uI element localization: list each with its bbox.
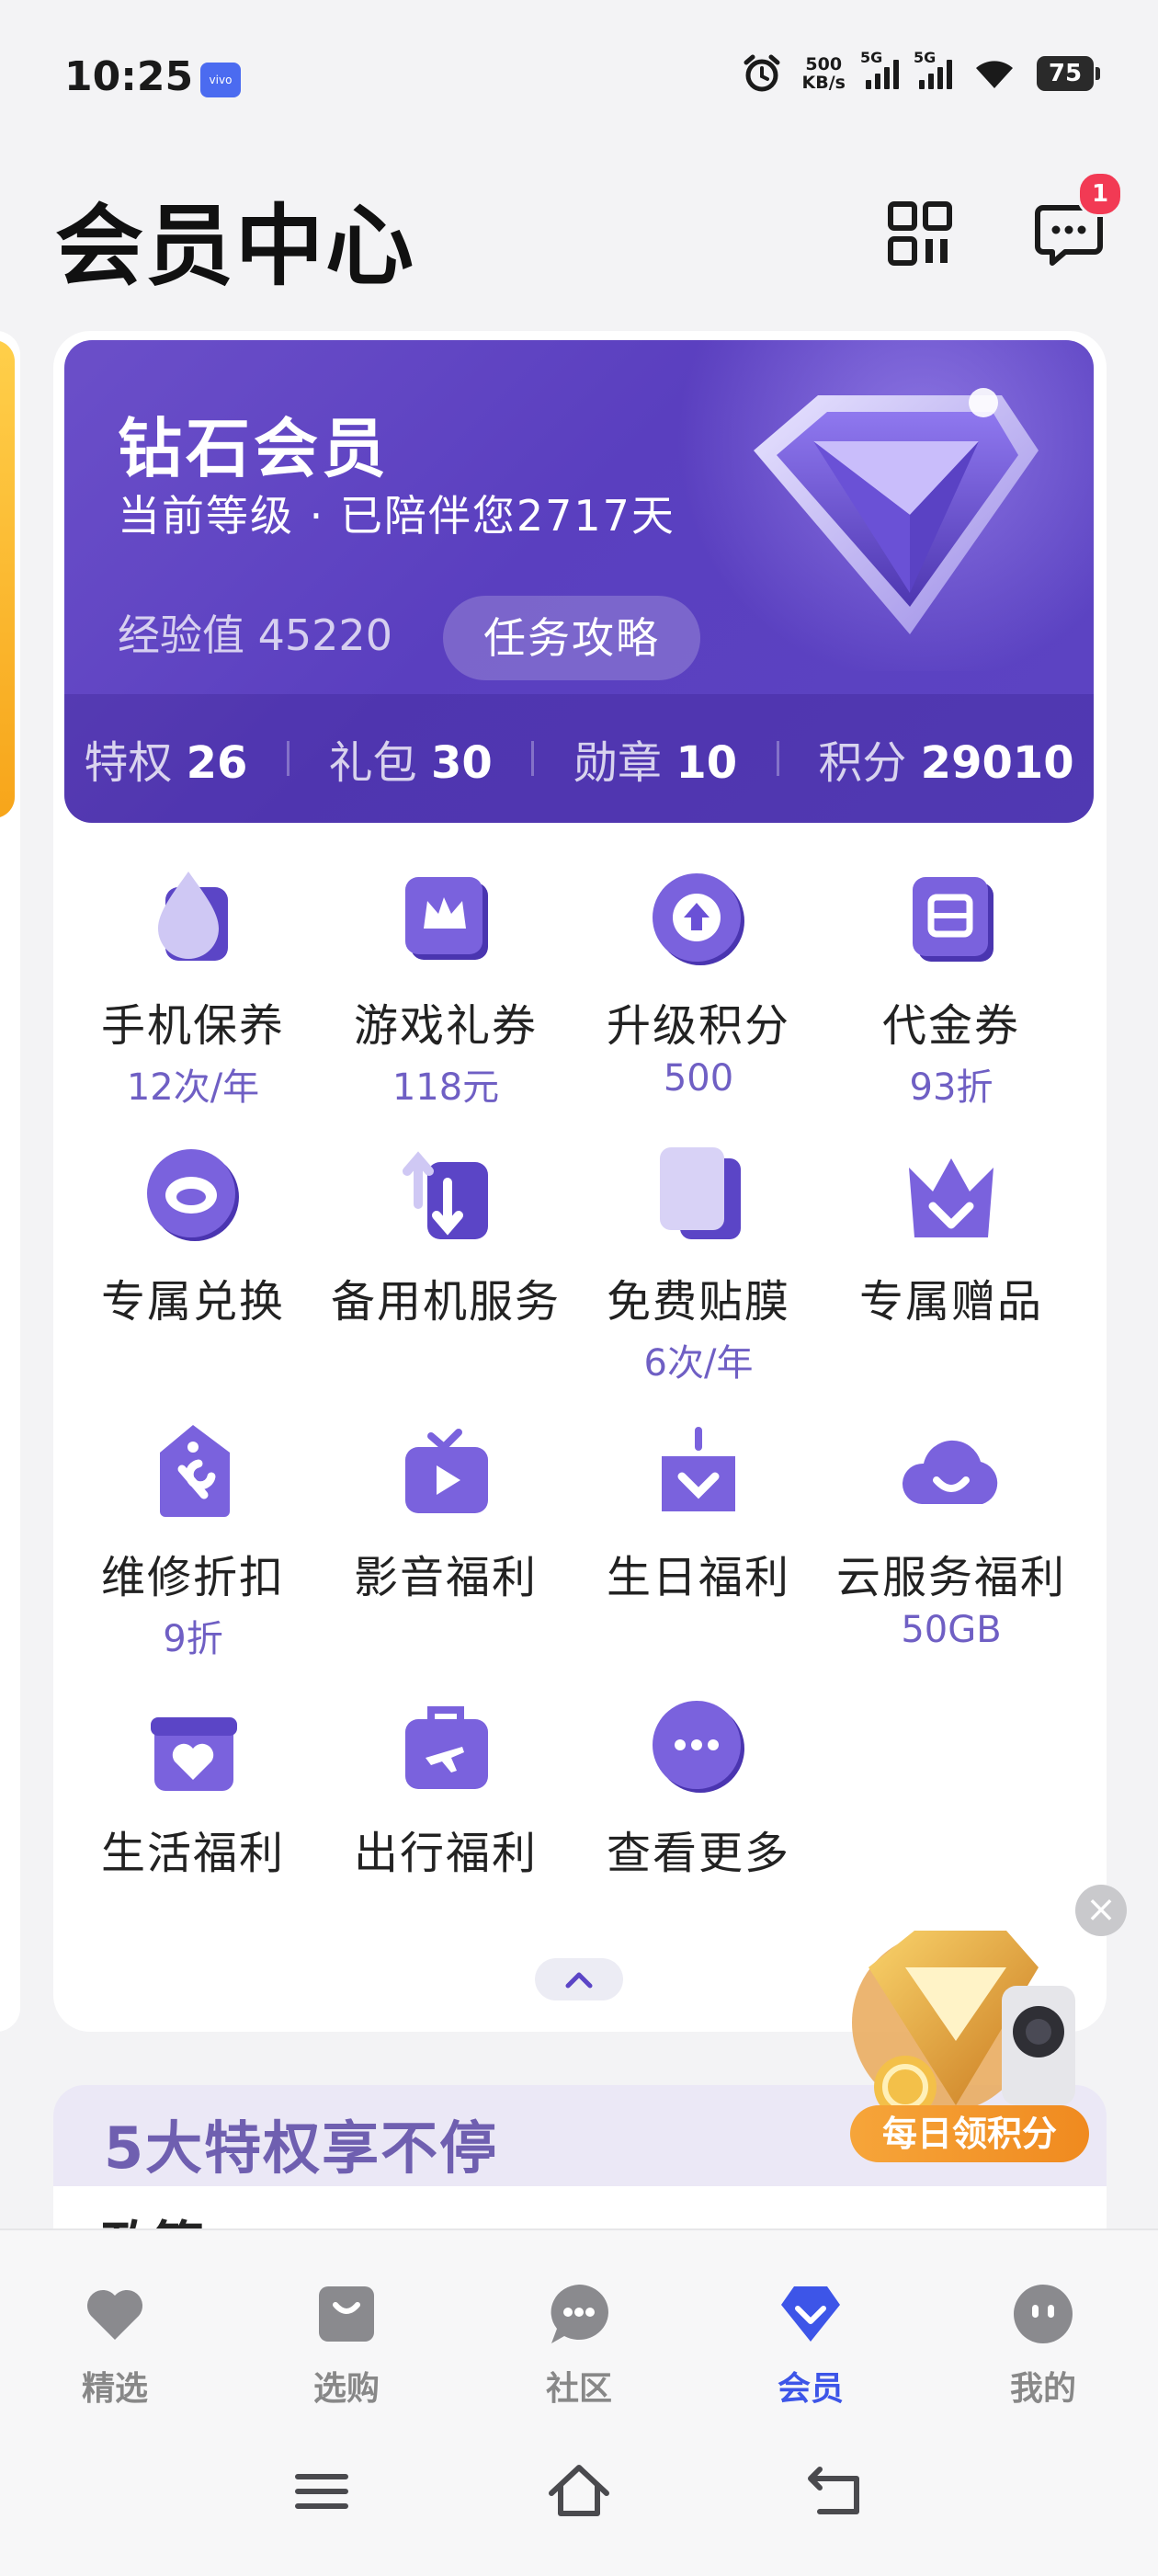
screen-film-icon	[660, 1147, 741, 1239]
experience-points: 经验值 45220	[118, 610, 392, 660]
benefit-travel[interactable]: 出行福利	[317, 1692, 574, 1885]
wrench-tag-icon	[160, 1425, 230, 1517]
nav-item-featured[interactable]: 精选	[32, 2281, 198, 2410]
net-speed: 500 KB/s	[801, 54, 846, 93]
member-level-subtitle: 当前等级 · 已陪伴您2717天	[118, 491, 676, 541]
crown-gift-icon	[909, 1158, 993, 1237]
benefit-cloud-service[interactable]: 云服务福利 50GB	[823, 1416, 1080, 1651]
benefit-upgrade-points[interactable]: 升级积分 500	[570, 864, 827, 1100]
nav-item-membership[interactable]: 会员	[728, 2281, 893, 2410]
benefit-game-voucher[interactable]: 游戏礼券 118元	[317, 864, 574, 1111]
exchange-coin-icon	[147, 1149, 239, 1241]
stat-divider	[776, 741, 779, 776]
qr-code-icon[interactable]	[887, 200, 953, 267]
diamond-badge-icon	[754, 388, 1039, 634]
diamond-icon	[781, 2286, 840, 2342]
status-time: 10:25	[64, 53, 194, 100]
task-guide-button[interactable]: 任务攻略	[443, 596, 700, 680]
more-dots-icon	[653, 1701, 744, 1793]
benefit-media[interactable]: 影音福利	[317, 1416, 574, 1609]
menu-icon[interactable]	[285, 2455, 358, 2528]
benefit-view-more[interactable]: 查看更多	[570, 1692, 827, 1885]
home-icon[interactable]	[542, 2455, 616, 2528]
stat-divider	[287, 741, 290, 776]
benefit-life[interactable]: 生活福利	[64, 1692, 322, 1885]
droplet-icon	[158, 872, 228, 961]
benefit-exclusive-exchange[interactable]: 专属兑换	[64, 1140, 322, 1333]
vendor-badge: vivo	[200, 63, 241, 97]
member-level-banner[interactable]: 钻石会员 当前等级 · 已陪伴您2717天 经验值 45220 任务攻略 特权 …	[64, 340, 1094, 823]
stat-gift-packs[interactable]: 礼包 30	[329, 726, 493, 791]
stat-medals[interactable]: 勋章 10	[573, 726, 737, 791]
nav-item-profile[interactable]: 我的	[960, 2281, 1126, 2410]
nav-item-shop[interactable]: 选购	[264, 2281, 429, 2410]
collapse-chevron-icon[interactable]	[535, 1958, 623, 2000]
benefit-exclusive-gift[interactable]: 专属赠品	[823, 1140, 1080, 1333]
status-icons: 500 KB/s 5G 5G 75	[742, 49, 1100, 97]
member-level-name: 钻石会员	[118, 411, 390, 486]
benefit-repair-discount[interactable]: 维修折扣 9折	[64, 1416, 322, 1662]
daily-points-label[interactable]: 每日领积分	[850, 2105, 1089, 2162]
stat-points[interactable]: 积分 29010	[818, 726, 1073, 791]
wifi-icon	[976, 61, 1013, 88]
play-tv-icon	[405, 1429, 488, 1513]
benefit-free-screen-film[interactable]: 免费贴膜 6次/年	[570, 1140, 827, 1386]
battery-indicator: 75	[1037, 56, 1100, 91]
benefit-voucher[interactable]: 代金券 93折	[823, 864, 1080, 1111]
status-bar: 10:25 vivo 500 KB/s 5G 5G 75	[0, 0, 1158, 156]
cell-signal-icon-2: 5G	[914, 49, 952, 89]
cell-signal-icon-1: 5G	[860, 49, 899, 89]
profile-face-icon	[1014, 2285, 1073, 2343]
heart-icon	[86, 2289, 143, 2340]
benefit-phone-care[interactable]: 手机保养 12次/年	[64, 864, 322, 1111]
stat-divider	[531, 741, 535, 776]
plane-bag-icon	[405, 1706, 488, 1789]
close-promo-icon[interactable]: ×	[1075, 1885, 1127, 1936]
nav-item-community[interactable]: 社区	[496, 2281, 662, 2410]
chat-bubble-icon	[551, 2285, 608, 2343]
birthday-cake-icon	[662, 1427, 735, 1511]
alarm-icon	[744, 54, 780, 92]
page-title: 会员中心	[55, 195, 415, 298]
cloud-icon	[902, 1440, 998, 1504]
member-stats-bar: 特权 26 礼包 30 勋章 10 积分 29010	[64, 694, 1094, 823]
voucher-icon	[913, 877, 993, 962]
stat-privileges[interactable]: 特权 26	[84, 726, 247, 791]
message-badge: 1	[1077, 171, 1123, 217]
benefit-backup-phone[interactable]: 备用机服务	[317, 1140, 574, 1333]
arrow-up-coin-icon	[653, 873, 744, 965]
crown-ticket-icon	[405, 877, 488, 960]
benefit-birthday[interactable]: 生日福利	[570, 1416, 827, 1609]
heart-gift-icon	[151, 1717, 237, 1791]
back-icon[interactable]	[800, 2455, 873, 2528]
shopping-bag-icon	[319, 2286, 374, 2342]
privileges-title: 5大特权享不停	[104, 2114, 499, 2182]
previous-card-gold-strip	[0, 340, 15, 818]
swap-phone-icon	[403, 1151, 488, 1239]
